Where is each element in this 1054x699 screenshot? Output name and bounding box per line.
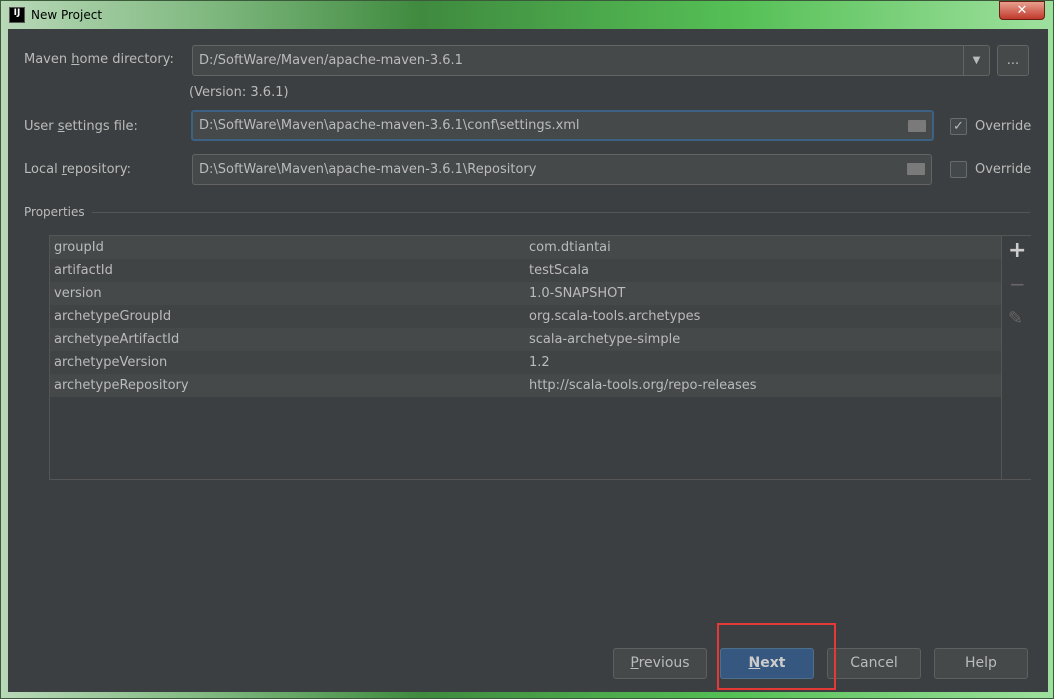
property-value[interactable]: 1.2 [529,351,550,374]
property-key: version [54,286,102,301]
chevron-down-icon[interactable]: ▼ [963,46,989,75]
property-key: artifactId [54,263,113,278]
property-value[interactable]: testScala [529,259,589,282]
intellij-logo-icon: IJ [9,7,25,23]
maven-home-label: Maven home directory: [24,52,174,67]
cancel-button[interactable]: Cancel [827,648,921,679]
user-settings-label: User settings file: [24,119,138,134]
folder-icon[interactable] [908,120,926,132]
table-toolbar: + − ✎ [1001,236,1031,479]
highlight-box [717,623,836,690]
maven-home-value: D:/SoftWare/Maven/apache-maven-3.6.1 [199,53,463,68]
table-row[interactable]: archetypeRepository http://scala-tools.or… [50,374,1001,397]
properties-table: groupId com.dtiantai artifactId testScala ve… [49,235,1031,480]
properties-title: Properties [24,205,85,219]
table-row[interactable]: groupId com.dtiantai [50,236,1001,259]
maven-home-combobox[interactable]: D:/SoftWare/Maven/apache-maven-3.6.1 ▼ [192,45,990,76]
table-row[interactable]: archetypeVersion 1.2 [50,351,1001,374]
property-value[interactable]: com.dtiantai [529,236,611,259]
property-value[interactable]: scala-archetype-simple [529,328,680,351]
property-key: archetypeGroupId [54,309,172,324]
close-button[interactable]: ✕ [999,1,1045,20]
local-repo-label: Local repository: [24,162,132,177]
table-row[interactable]: archetypeArtifactId scala-archetype-simpl… [50,328,1001,351]
browse-button[interactable]: ... [997,45,1029,76]
table-row[interactable]: archetypeGroupId org.scala-tools.archetyp… [50,305,1001,328]
title-bar: IJ New Project [9,7,102,23]
local-repo-value: D:\SoftWare\Maven\apache-maven-3.6.1\Rep… [199,162,537,177]
remove-icon[interactable]: − [1009,272,1026,296]
table-row[interactable]: artifactId testScala [50,259,1001,282]
local-repo-input[interactable]: D:\SoftWare\Maven\apache-maven-3.6.1\Rep… [192,154,932,185]
user-settings-value: D:\SoftWare\Maven\apache-maven-3.6.1\con… [199,118,580,133]
local-repo-override-checkbox[interactable] [950,161,967,178]
property-key: archetypeVersion [54,355,168,370]
help-button[interactable]: Help [934,648,1028,679]
window-frame: IJ New Project ✕ Maven home directory: D… [0,0,1054,699]
edit-icon[interactable]: ✎ [1008,308,1023,329]
maven-version: (Version: 3.6.1) [189,85,289,100]
property-key: archetypeRepository [54,378,189,393]
add-icon[interactable]: + [1008,238,1026,263]
property-value[interactable]: org.scala-tools.archetypes [529,305,700,328]
local-repo-override-label: Override [975,162,1032,177]
user-settings-override-label: Override [975,119,1032,134]
property-key: archetypeArtifactId [54,332,180,347]
previous-button[interactable]: Previous [613,648,707,679]
divider [92,212,1030,213]
property-value[interactable]: 1.0-SNAPSHOT [529,282,625,305]
user-settings-input[interactable]: D:\SoftWare\Maven\apache-maven-3.6.1\con… [191,110,934,141]
table-row[interactable]: version 1.0-SNAPSHOT [50,282,1001,305]
dialog-body: Maven home directory: D:/SoftWare/Maven/… [8,29,1048,692]
property-key: groupId [54,240,104,255]
property-value[interactable]: http://scala-tools.org/repo-releases [529,374,757,397]
window-title: New Project [31,8,103,22]
user-settings-override-checkbox[interactable]: ✓ [950,118,967,135]
folder-icon[interactable] [907,163,925,175]
